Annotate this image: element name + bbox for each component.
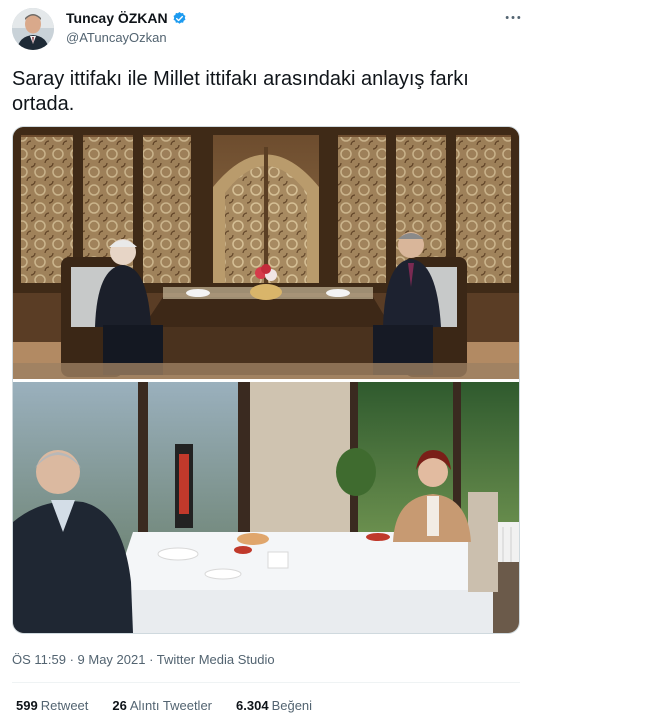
retweets-label: Retweet	[40, 698, 89, 713]
author-name[interactable]: Tuncay ÖZKAN	[66, 10, 187, 26]
tweet-meta: ÖS 11:59 · 9 May 2021 · Twitter Media St…	[12, 652, 275, 667]
tweet-source[interactable]: Twitter Media Studio	[157, 652, 275, 667]
retweets-stat[interactable]: 599 Retweet	[16, 698, 88, 713]
tweet-card: Tuncay ÖZKAN @ATuncayOzkan Saray ittifak…	[0, 0, 670, 713]
author-handle[interactable]: @ATuncayOzkan	[66, 30, 167, 45]
author-name-text[interactable]: Tuncay ÖZKAN	[66, 10, 168, 26]
likes-count: 6.304	[236, 698, 269, 713]
likes-stat[interactable]: 6.304 Beğeni	[236, 698, 312, 713]
engagement-stats: 599 Retweet 26 Alıntı Tweetler 6.304 Beğeni	[16, 698, 312, 713]
quotes-label: Alıntı Tweetler	[129, 698, 213, 713]
media-photo-palace-meeting[interactable]	[13, 127, 519, 379]
tweet-text: Saray ittifakı ile Millet ittifakı arası…	[12, 68, 469, 115]
meta-separator: ·	[145, 652, 157, 667]
tweet-time[interactable]: ÖS 11:59	[12, 652, 66, 667]
meta-separator: ·	[65, 652, 78, 667]
media-photo-restaurant-meeting[interactable]	[13, 382, 519, 633]
likes-label: Beğeni	[271, 698, 313, 713]
divider	[12, 682, 520, 683]
quotes-count: 26	[112, 698, 127, 713]
tweet-date[interactable]: 9 May 2021	[78, 652, 146, 667]
more-options-icon[interactable]	[502, 8, 524, 26]
tweet-media[interactable]	[12, 126, 520, 634]
quotes-stat[interactable]: 26 Alıntı Tweetler	[112, 698, 212, 713]
retweets-count: 599	[16, 698, 38, 713]
verified-badge-icon	[172, 11, 187, 26]
author-avatar[interactable]	[12, 8, 54, 50]
